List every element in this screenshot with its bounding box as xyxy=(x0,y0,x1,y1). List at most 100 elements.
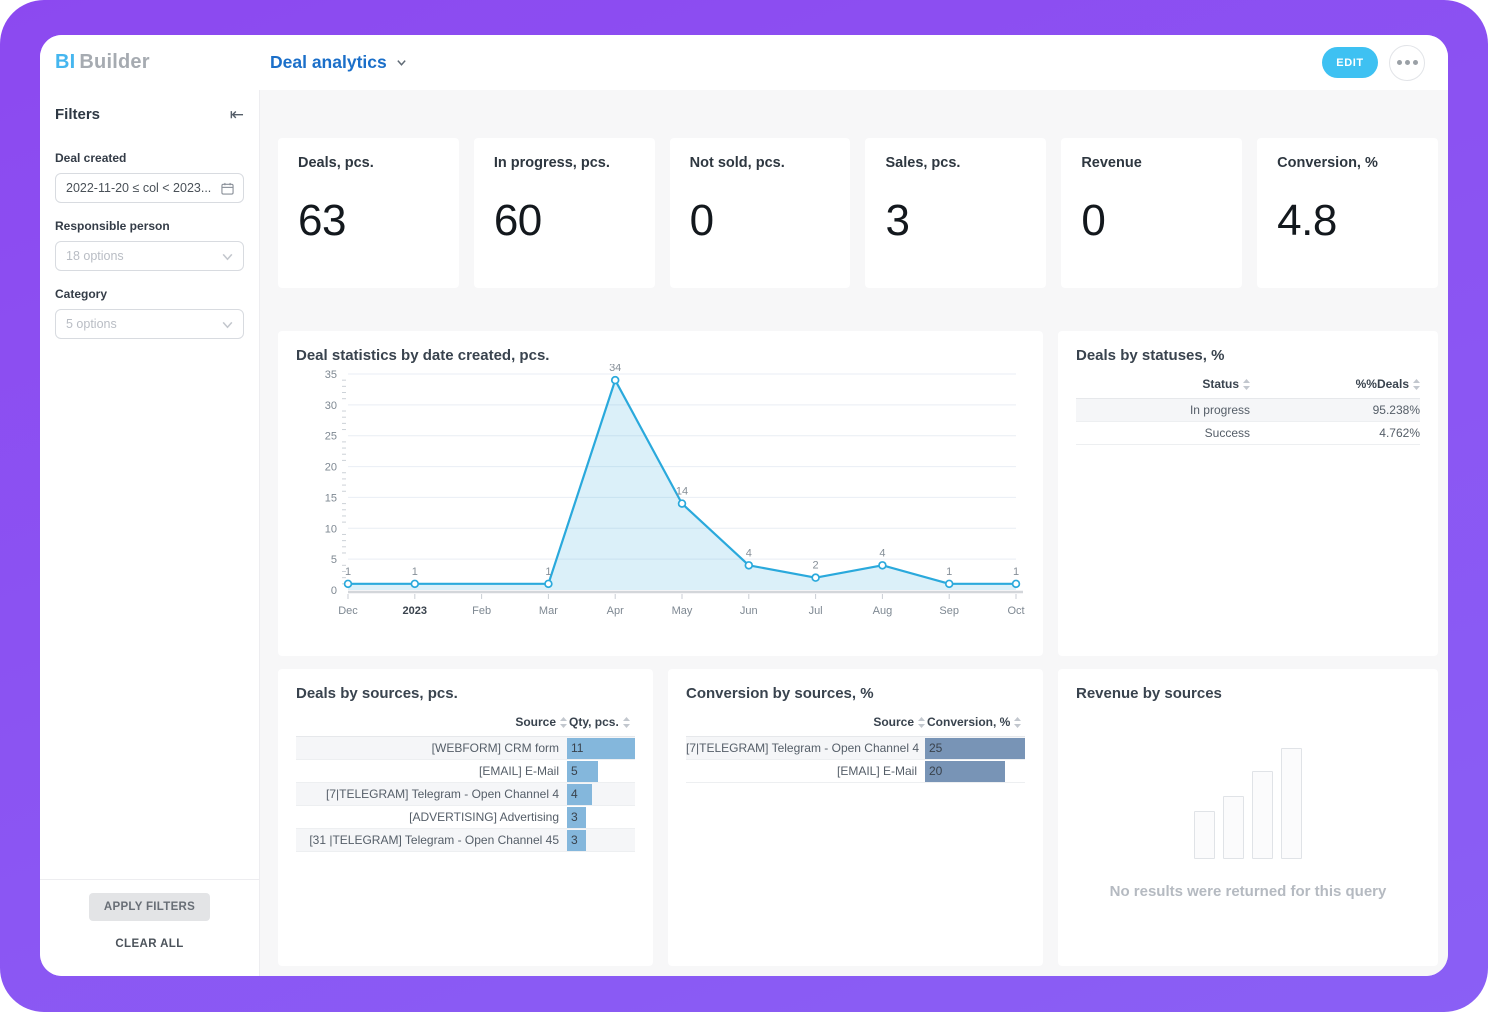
value-bar-cell: 3 xyxy=(567,807,635,828)
kpi-card-sales: Sales, pcs. 3 xyxy=(865,138,1046,288)
source-cell: [ADVERTISING] Advertising xyxy=(296,810,567,824)
svg-text:4: 4 xyxy=(879,547,885,559)
kpi-label: Deals, pcs. xyxy=(298,155,439,171)
sort-icon xyxy=(560,717,567,728)
filters-sidebar: Filters ⇤ Deal created 2022-11-20 ≤ col … xyxy=(40,90,260,976)
svg-text:15: 15 xyxy=(325,492,337,504)
value-bar: 4 xyxy=(567,784,592,805)
table-title: Deals by statuses, % xyxy=(1076,347,1420,364)
empty-state: No results were returned for this query xyxy=(1076,702,1420,945)
kpi-label: Conversion, % xyxy=(1277,155,1418,171)
deals-by-statuses-card: Deals by statuses, % Status %%Deals xyxy=(1058,331,1438,656)
deal-created-date-input[interactable]: 2022-11-20 ≤ col < 2023... xyxy=(55,173,244,203)
filters-heading: Filters xyxy=(55,106,100,123)
value-bar: 5 xyxy=(567,761,598,782)
svg-text:May: May xyxy=(672,605,693,617)
svg-text:1: 1 xyxy=(1013,566,1019,578)
workspace: Filters ⇤ Deal created 2022-11-20 ≤ col … xyxy=(40,90,1448,976)
svg-text:Jul: Jul xyxy=(809,605,823,617)
collapse-sidebar-icon[interactable]: ⇤ xyxy=(230,106,244,123)
dashboard-title: Deal analytics xyxy=(270,52,387,73)
svg-text:2: 2 xyxy=(813,560,819,572)
middle-row: Deal statistics by date created, pcs. 0 5… xyxy=(278,331,1438,656)
svg-text:Aug: Aug xyxy=(873,605,893,617)
conversion-table-body: [7|TELEGRAM] Telegram - Open Channel 425… xyxy=(686,737,1025,783)
responsible-person-select[interactable]: 18 options xyxy=(55,241,244,271)
percent-cell: 4.762% xyxy=(1250,426,1420,440)
kpi-value: 4.8 xyxy=(1277,196,1418,246)
value-bar-cell: 5 xyxy=(567,761,635,782)
statuses-table: Status %%Deals In progress95.238%Success… xyxy=(1076,377,1420,445)
status-cell: In progress xyxy=(1076,403,1250,417)
svg-text:34: 34 xyxy=(609,364,621,374)
kpi-label: Not sold, pcs. xyxy=(690,155,831,171)
svg-text:Jun: Jun xyxy=(740,605,758,617)
kpi-label: In progress, pcs. xyxy=(494,155,635,171)
table-row: Success4.762% xyxy=(1076,422,1420,445)
column-header-qty[interactable]: Qty, pcs. xyxy=(567,715,635,729)
svg-text:Mar: Mar xyxy=(539,605,558,617)
table-row: [7|TELEGRAM] Telegram - Open Channel 44 xyxy=(296,783,635,806)
column-header-status[interactable]: Status xyxy=(1076,377,1250,391)
value-bar: 25 xyxy=(925,738,1025,759)
filter-label: Category xyxy=(55,287,244,301)
column-header-deals[interactable]: %%Deals xyxy=(1250,377,1420,391)
kpi-label: Revenue xyxy=(1081,155,1222,171)
svg-text:10: 10 xyxy=(325,523,337,535)
more-options-button[interactable] xyxy=(1389,45,1425,81)
column-header-source[interactable]: Source xyxy=(296,715,567,729)
column-header-source[interactable]: Source xyxy=(686,715,925,729)
kpi-card-not-sold: Not sold, pcs. 0 xyxy=(670,138,851,288)
chevron-down-icon xyxy=(221,250,234,263)
category-select[interactable]: 5 options xyxy=(55,309,244,339)
filter-label: Deal created xyxy=(55,151,244,165)
chart-title: Deal statistics by date created, pcs. xyxy=(296,347,1025,364)
column-header-conversion[interactable]: Conversion, % xyxy=(925,715,1025,729)
conversion-table: Source Conversion, % [7|TELEGRAM] Telegr… xyxy=(686,715,1025,783)
status-cell: Success xyxy=(1076,426,1250,440)
svg-text:Dec: Dec xyxy=(338,605,358,617)
svg-text:25: 25 xyxy=(325,431,337,443)
kpi-card-deals: Deals, pcs. 63 xyxy=(278,138,459,288)
clear-all-button[interactable]: CLEAR ALL xyxy=(55,938,244,950)
table-row: [7|TELEGRAM] Telegram - Open Channel 425 xyxy=(686,737,1025,760)
source-cell: [31 |TELEGRAM] Telegram - Open Channel 4… xyxy=(296,833,567,847)
svg-text:35: 35 xyxy=(325,369,337,381)
table-row: [EMAIL] E-Mail5 xyxy=(296,760,635,783)
svg-text:5: 5 xyxy=(331,554,337,566)
svg-text:2023: 2023 xyxy=(403,605,427,617)
empty-message: No results were returned for this query xyxy=(1110,883,1387,900)
sources-table-body: [WEBFORM] CRM form11[EMAIL] E-Mail5[7|TE… xyxy=(296,737,635,852)
chevron-down-icon xyxy=(396,57,407,68)
filter-deal-created: Deal created 2022-11-20 ≤ col < 2023... xyxy=(55,151,244,203)
filter-responsible-person: Responsible person 18 options xyxy=(55,219,244,271)
app-logo: BIBuilder xyxy=(55,51,270,74)
revenue-by-sources-card: Revenue by sources No results were retur… xyxy=(1058,669,1438,966)
sort-icon xyxy=(1014,717,1021,728)
value-bar-cell: 25 xyxy=(925,738,1025,759)
value-bar: 20 xyxy=(925,761,1005,782)
ellipsis-icon xyxy=(1397,60,1402,65)
value-bar: 3 xyxy=(567,830,586,851)
svg-text:0: 0 xyxy=(331,585,337,597)
svg-text:Oct: Oct xyxy=(1007,605,1024,617)
svg-text:Apr: Apr xyxy=(607,605,624,617)
kpi-label: Sales, pcs. xyxy=(885,155,1026,171)
edit-button[interactable]: EDIT xyxy=(1322,47,1378,78)
bottom-row: Deals by sources, pcs. Source Qty, pcs. xyxy=(278,669,1438,966)
svg-text:Feb: Feb xyxy=(472,605,491,617)
source-cell: [EMAIL] E-Mail xyxy=(686,764,925,778)
sort-icon xyxy=(1243,379,1250,390)
svg-text:30: 30 xyxy=(325,400,337,412)
value-bar: 3 xyxy=(567,807,586,828)
dashboard-title-dropdown[interactable]: Deal analytics xyxy=(270,52,407,73)
kpi-value: 0 xyxy=(690,196,831,246)
source-cell: [7|TELEGRAM] Telegram - Open Channel 4 xyxy=(296,787,567,801)
filter-label: Responsible person xyxy=(55,219,244,233)
svg-text:1: 1 xyxy=(412,566,418,578)
deal-statistics-plot[interactable]: 05101520253035Dec2023FebMarAprMayJunJulA… xyxy=(296,364,1025,636)
table-title: Deals by sources, pcs. xyxy=(296,685,635,702)
source-cell: [EMAIL] E-Mail xyxy=(296,764,567,778)
sort-icon xyxy=(1413,379,1420,390)
apply-filters-button[interactable]: APPLY FILTERS xyxy=(89,893,210,921)
